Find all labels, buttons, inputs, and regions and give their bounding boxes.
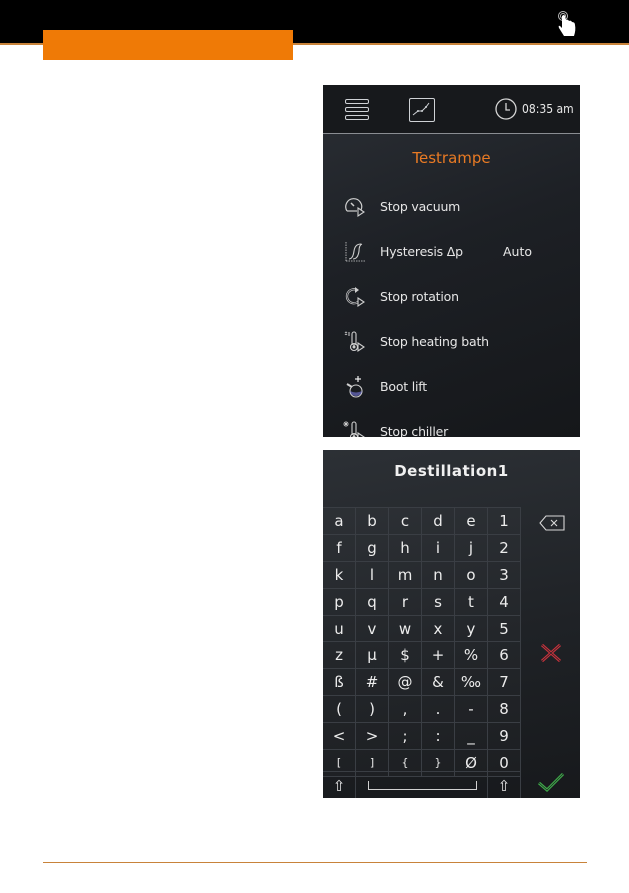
ramp-chart-icon[interactable]	[409, 98, 435, 122]
key[interactable]: z	[323, 642, 356, 670]
key[interactable]: ß	[323, 669, 356, 697]
menu-item-label: Stop chiller	[380, 424, 449, 437]
screen-header: 08:35 am	[323, 85, 580, 134]
key[interactable]: >	[356, 723, 389, 751]
key[interactable]: #	[356, 669, 389, 697]
key[interactable]: g	[356, 534, 389, 562]
clock-icon	[495, 98, 517, 120]
key[interactable]: ‰	[455, 669, 488, 697]
key[interactable]: f	[323, 534, 356, 562]
space-key[interactable]	[356, 772, 488, 798]
key[interactable]: j	[455, 534, 488, 562]
key[interactable]: .	[422, 696, 455, 724]
key[interactable]: 3	[488, 561, 521, 589]
key[interactable]: c	[389, 508, 422, 535]
menu-item-stop-rotation[interactable]: Stop rotation	[323, 279, 580, 319]
key[interactable]: +	[422, 642, 455, 670]
key[interactable]: 4	[488, 588, 521, 616]
stop-heating-bath-icon	[344, 331, 365, 353]
key[interactable]: t	[455, 588, 488, 616]
key[interactable]: (	[323, 696, 356, 724]
key[interactable]: p	[323, 588, 356, 616]
key[interactable]: k	[323, 561, 356, 589]
key[interactable]: &	[422, 669, 455, 697]
key[interactable]: y	[455, 615, 488, 643]
key[interactable]: _	[455, 723, 488, 751]
key[interactable]: h	[389, 534, 422, 562]
menu-item-label: Boot lift	[380, 379, 427, 394]
key[interactable]: v	[356, 615, 389, 643]
key[interactable]: <	[323, 723, 356, 751]
stop-rotation-icon	[345, 287, 365, 308]
key[interactable]: x	[422, 615, 455, 643]
key[interactable]: 7	[488, 669, 521, 697]
footer-rule	[43, 862, 587, 863]
key[interactable]: ,	[389, 696, 422, 724]
key[interactable]: u	[323, 615, 356, 643]
menu-item-hysteresis[interactable]: Hysteresis Δp Auto	[323, 234, 580, 274]
checkmark-icon[interactable]	[537, 771, 565, 793]
key[interactable]: µ	[356, 642, 389, 670]
key[interactable]: q	[356, 588, 389, 616]
menu-item-label: Stop rotation	[380, 289, 459, 304]
hand-touch-icon	[558, 11, 576, 36]
key[interactable]: a	[323, 508, 356, 535]
clock-time: 08:35 am	[522, 102, 574, 116]
key[interactable]: e	[455, 508, 488, 535]
menu-item-stop-chiller[interactable]: Stop chiller	[323, 414, 580, 437]
key[interactable]: :	[422, 723, 455, 751]
keyboard-screen: Destillation1 abcde1 fghij2 klmno3 pqrst4 uv…	[323, 450, 580, 798]
keyboard-grid: a b c d e 1 f g h i j 2 k l m n o 3 p q r s t 4 u v w x y 5 z µ $ +% 6 ß # @ &…	[323, 507, 521, 777]
program-title: Testrampe	[412, 149, 491, 167]
key[interactable]: d	[422, 508, 455, 535]
key[interactable]: 6	[488, 642, 521, 670]
menu-item-stop-vacuum[interactable]: Stop vacuum	[323, 189, 580, 229]
key[interactable]: i	[422, 534, 455, 562]
hysteresis-icon	[345, 242, 365, 262]
boot-lift-icon	[346, 376, 363, 398]
ramp-menu-screen: 08:35 am Testrampe Stop vacuum Hysteresi…	[323, 85, 580, 437]
shift-left-key[interactable]: ⇧	[323, 772, 356, 798]
space-bar-glyph	[368, 781, 477, 790]
key[interactable]: l	[356, 561, 389, 589]
cancel-x-icon[interactable]	[540, 643, 562, 663]
key[interactable]: $	[389, 642, 422, 670]
key[interactable]: m	[389, 561, 422, 589]
key[interactable]: %	[455, 642, 488, 670]
menu-item-boot-lift[interactable]: Boot lift	[323, 369, 580, 409]
text-input-value[interactable]: Destillation1	[323, 462, 580, 480]
stop-vacuum-icon	[345, 198, 365, 218]
menu-item-label: Stop heating bath	[380, 334, 489, 349]
key[interactable]: b	[356, 508, 389, 535]
keyboard-action-column	[521, 507, 580, 798]
key[interactable]: 5	[488, 615, 521, 643]
backspace-icon[interactable]	[539, 515, 565, 531]
key[interactable]: w	[389, 615, 422, 643]
key[interactable]: -	[455, 696, 488, 724]
key[interactable]: r	[389, 588, 422, 616]
keyboard-bottom-row: ⇧ ⇧	[323, 771, 521, 798]
key[interactable]: )	[356, 696, 389, 724]
shift-right-key[interactable]: ⇧	[488, 772, 521, 798]
key[interactable]: ;	[389, 723, 422, 751]
key[interactable]: s	[422, 588, 455, 616]
stop-chiller-icon	[343, 421, 365, 437]
key[interactable]: 2	[488, 534, 521, 562]
key[interactable]: n	[422, 561, 455, 589]
menu-item-label: Hysteresis Δp	[380, 244, 463, 259]
hysteresis-value: Auto	[503, 244, 533, 259]
key[interactable]: 1	[488, 508, 521, 535]
key[interactable]: 8	[488, 696, 521, 724]
key[interactable]: o	[455, 561, 488, 589]
chapter-tab	[43, 30, 293, 60]
key[interactable]: 9	[488, 723, 521, 751]
key[interactable]: @	[389, 669, 422, 697]
hamburger-menu-icon[interactable]	[345, 99, 369, 121]
menu-item-stop-heating-bath[interactable]: Stop heating bath	[323, 324, 580, 364]
menu-item-label: Stop vacuum	[380, 199, 461, 214]
